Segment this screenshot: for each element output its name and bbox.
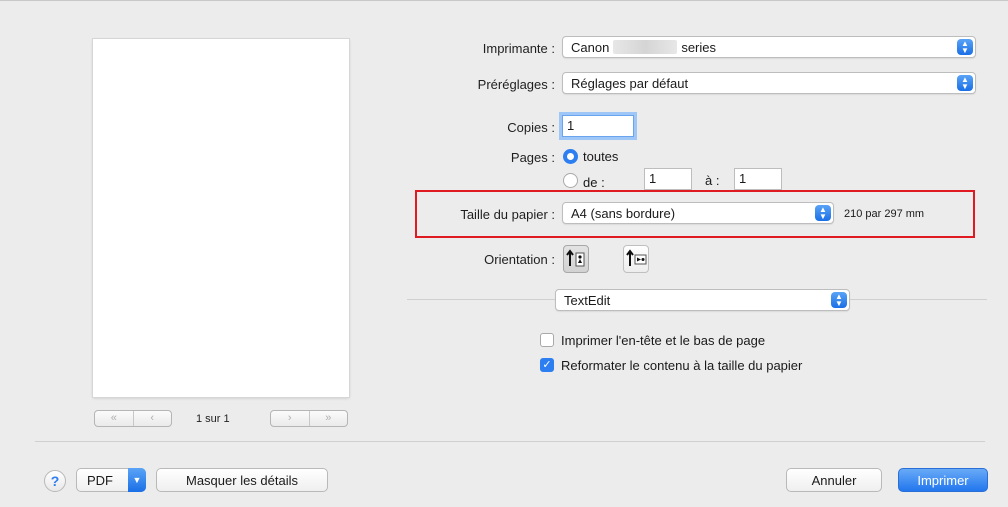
highlight-box xyxy=(415,190,975,238)
orientation-label: Orientation : xyxy=(484,252,555,267)
pages-all-radio[interactable] xyxy=(563,149,578,164)
presets-label: Préréglages : xyxy=(477,77,555,92)
header-footer-checkbox[interactable] xyxy=(540,333,554,347)
check-icon: ✓ xyxy=(542,359,552,371)
popup-chevron-icon: ▲ ▼ xyxy=(957,39,973,55)
header-footer-label: Imprimer l'en-tête et le bas de page xyxy=(561,333,766,348)
printer-label: Imprimante : xyxy=(482,41,555,56)
cancel-button[interactable]: Annuler xyxy=(786,468,882,492)
preview-prev-buttons[interactable]: « ‹ xyxy=(94,410,172,427)
orientation-landscape-button[interactable] xyxy=(623,245,649,273)
help-button[interactable]: ? xyxy=(44,470,66,492)
printer-popup[interactable]: Canon series ▲ ▼ xyxy=(562,36,976,58)
presets-popup[interactable]: Réglages par défaut ▲ ▼ xyxy=(562,72,976,94)
popup-chevron-icon: ▲ ▼ xyxy=(831,292,847,308)
printer-name-suffix: series xyxy=(681,39,716,55)
copies-field[interactable]: 1 xyxy=(562,115,634,137)
page-indicator: 1 sur 1 xyxy=(196,413,230,425)
pages-all-label: toutes xyxy=(583,149,619,164)
next-page-icon[interactable]: › xyxy=(271,411,309,426)
footer-divider xyxy=(35,441,985,442)
landscape-orientation-icon xyxy=(626,249,647,266)
orientation-portrait-button[interactable] xyxy=(563,245,589,273)
pages-to-field[interactable]: 1 xyxy=(734,168,782,190)
popup-chevron-icon: ▲ ▼ xyxy=(957,75,973,91)
portrait-orientation-icon xyxy=(566,249,585,267)
redacted-model xyxy=(613,40,678,54)
app-section-value: TextEdit xyxy=(564,292,611,308)
chevron-down-icon: ▼ xyxy=(128,468,146,492)
previous-page-icon[interactable]: ‹ xyxy=(132,411,172,426)
print-preview xyxy=(93,39,349,397)
pages-range-label: de : xyxy=(583,175,605,190)
rewrap-label: Reformater le contenu à la taille du pap… xyxy=(561,358,803,373)
pages-from-field[interactable]: 1 xyxy=(644,168,692,190)
first-page-icon[interactable]: « xyxy=(95,411,133,426)
pdf-label: PDF xyxy=(87,472,113,488)
app-section-popup[interactable]: TextEdit ▲ ▼ xyxy=(555,289,850,311)
pages-label: Pages : xyxy=(510,150,555,165)
copies-label: Copies : xyxy=(507,120,555,135)
hide-details-button[interactable]: Masquer les détails xyxy=(156,468,328,492)
preview-next-buttons[interactable]: › » xyxy=(270,410,348,427)
presets-value: Réglages par défaut xyxy=(571,75,689,91)
pages-range-radio[interactable] xyxy=(563,173,578,188)
pages-to-label: à : xyxy=(705,173,720,188)
last-page-icon[interactable]: » xyxy=(308,411,348,426)
printer-name-prefix: Canon xyxy=(571,39,610,55)
print-button[interactable]: Imprimer xyxy=(898,468,988,492)
pdf-menu-button[interactable]: PDF ▼ xyxy=(76,468,146,492)
rewrap-checkbox[interactable]: ✓ xyxy=(540,358,554,372)
